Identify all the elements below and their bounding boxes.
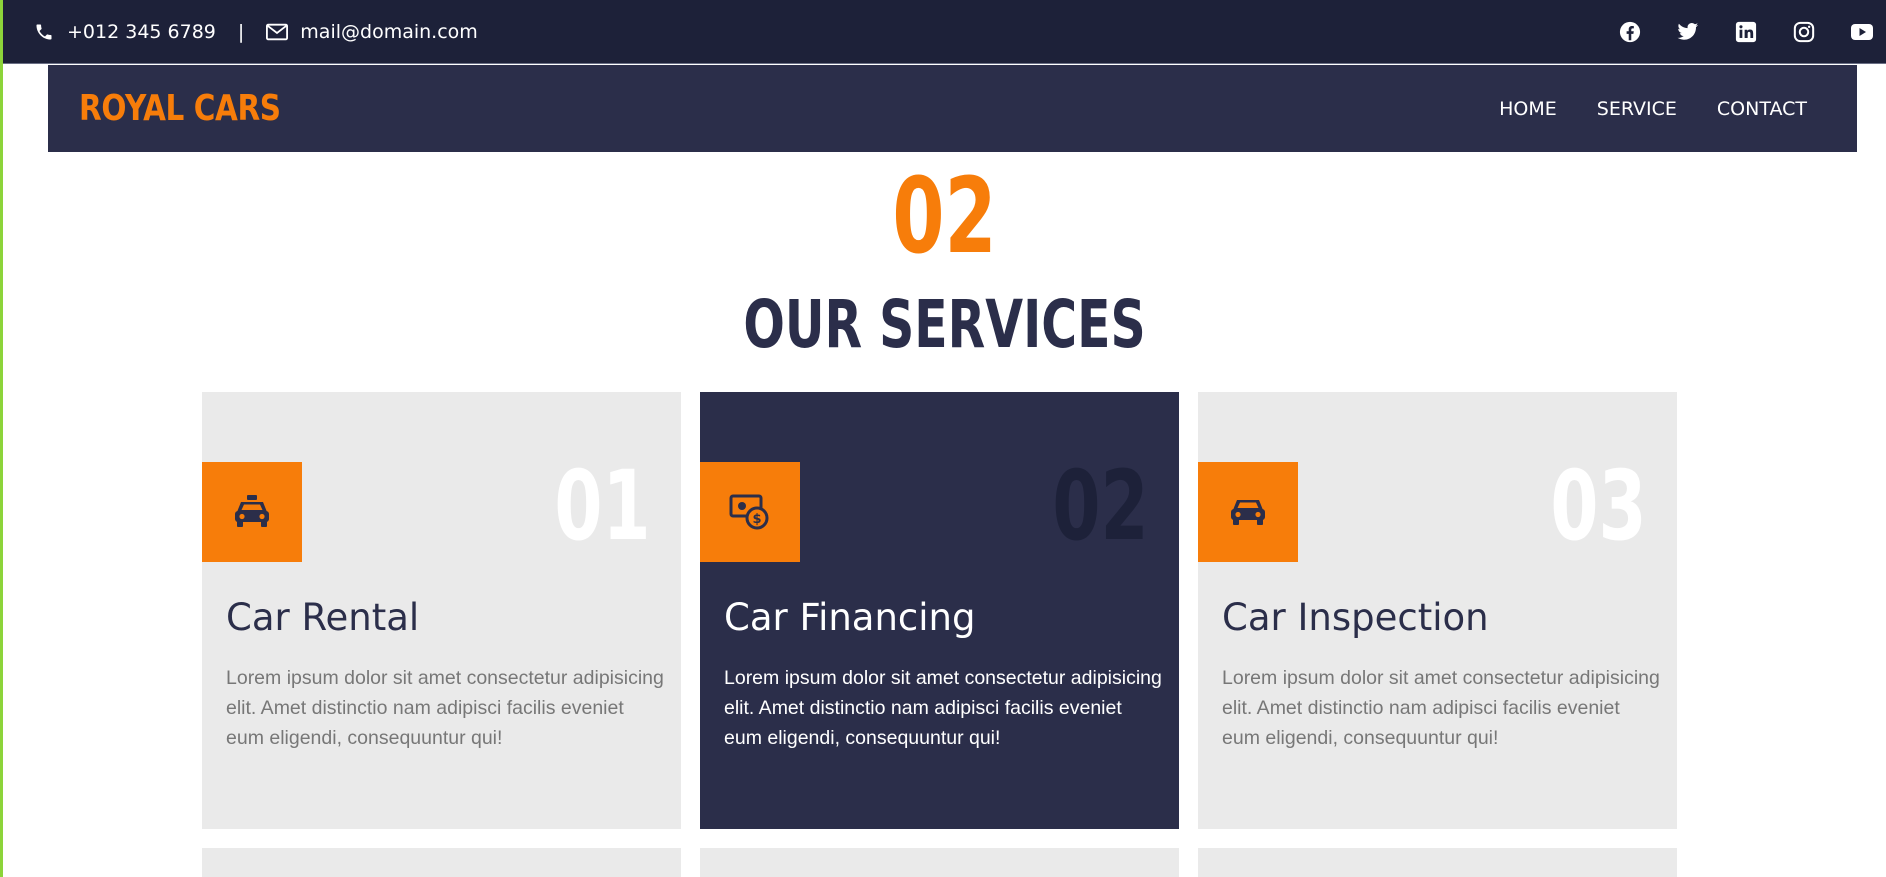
service-title: Car Inspection (1222, 596, 1489, 639)
service-number: 03 (1550, 450, 1647, 562)
youtube-icon[interactable] (1850, 20, 1874, 44)
navbar: ROYAL CARS HOME SERVICE CONTACT (48, 65, 1857, 152)
service-description: Lorem ipsum dolor sit amet consectetur a… (226, 667, 664, 749)
section-title: OUR SERVICES (743, 286, 1146, 363)
separator: | (237, 21, 245, 43)
svg-text:$: $ (752, 512, 761, 527)
service-card-partial (1198, 848, 1677, 877)
service-card-partial (202, 848, 681, 877)
nav-menu: HOME SERVICE CONTACT (1499, 65, 1807, 152)
service-title: Car Rental (226, 596, 420, 639)
instagram-icon[interactable] (1792, 20, 1816, 44)
contact-info: +012 345 6789 | mail@domain.com (33, 0, 478, 64)
top-bar: +012 345 6789 | mail@domain.com (3, 0, 1886, 64)
linkedin-icon[interactable] (1734, 20, 1758, 44)
service-card-partial (700, 848, 1179, 877)
service-title: Car Financing (724, 596, 976, 639)
social-links (1618, 0, 1874, 64)
section-number: 02 (892, 155, 997, 277)
phone-icon (33, 21, 55, 43)
service-number: 01 (554, 450, 651, 562)
nav-contact[interactable]: CONTACT (1717, 98, 1807, 120)
phone-number: +012 345 6789 (67, 21, 216, 43)
taxi-icon (202, 462, 302, 562)
service-card-car-rental: 01 Car Rental Lorem ipsum dolor sit amet… (202, 392, 681, 829)
money-bill-icon: $ (700, 462, 800, 562)
service-description: Lorem ipsum dolor sit amet consectetur a… (724, 667, 1162, 749)
car-icon (1198, 462, 1298, 562)
brand-logo[interactable]: ROYAL CARS (79, 65, 281, 152)
email-address: mail@domain.com (300, 21, 478, 43)
nav-service[interactable]: SERVICE (1597, 98, 1677, 120)
service-description: Lorem ipsum dolor sit amet consectetur a… (1222, 667, 1660, 749)
facebook-icon[interactable] (1618, 20, 1642, 44)
service-card-car-inspection: 03 Car Inspection Lorem ipsum dolor sit … (1198, 392, 1677, 829)
service-card-car-financing: $ 02 Car Financing Lorem ipsum dolor sit… (700, 392, 1179, 829)
nav-home[interactable]: HOME (1499, 98, 1557, 120)
service-number: 02 (1052, 450, 1149, 562)
envelope-icon (266, 21, 289, 43)
twitter-icon[interactable] (1676, 20, 1700, 44)
